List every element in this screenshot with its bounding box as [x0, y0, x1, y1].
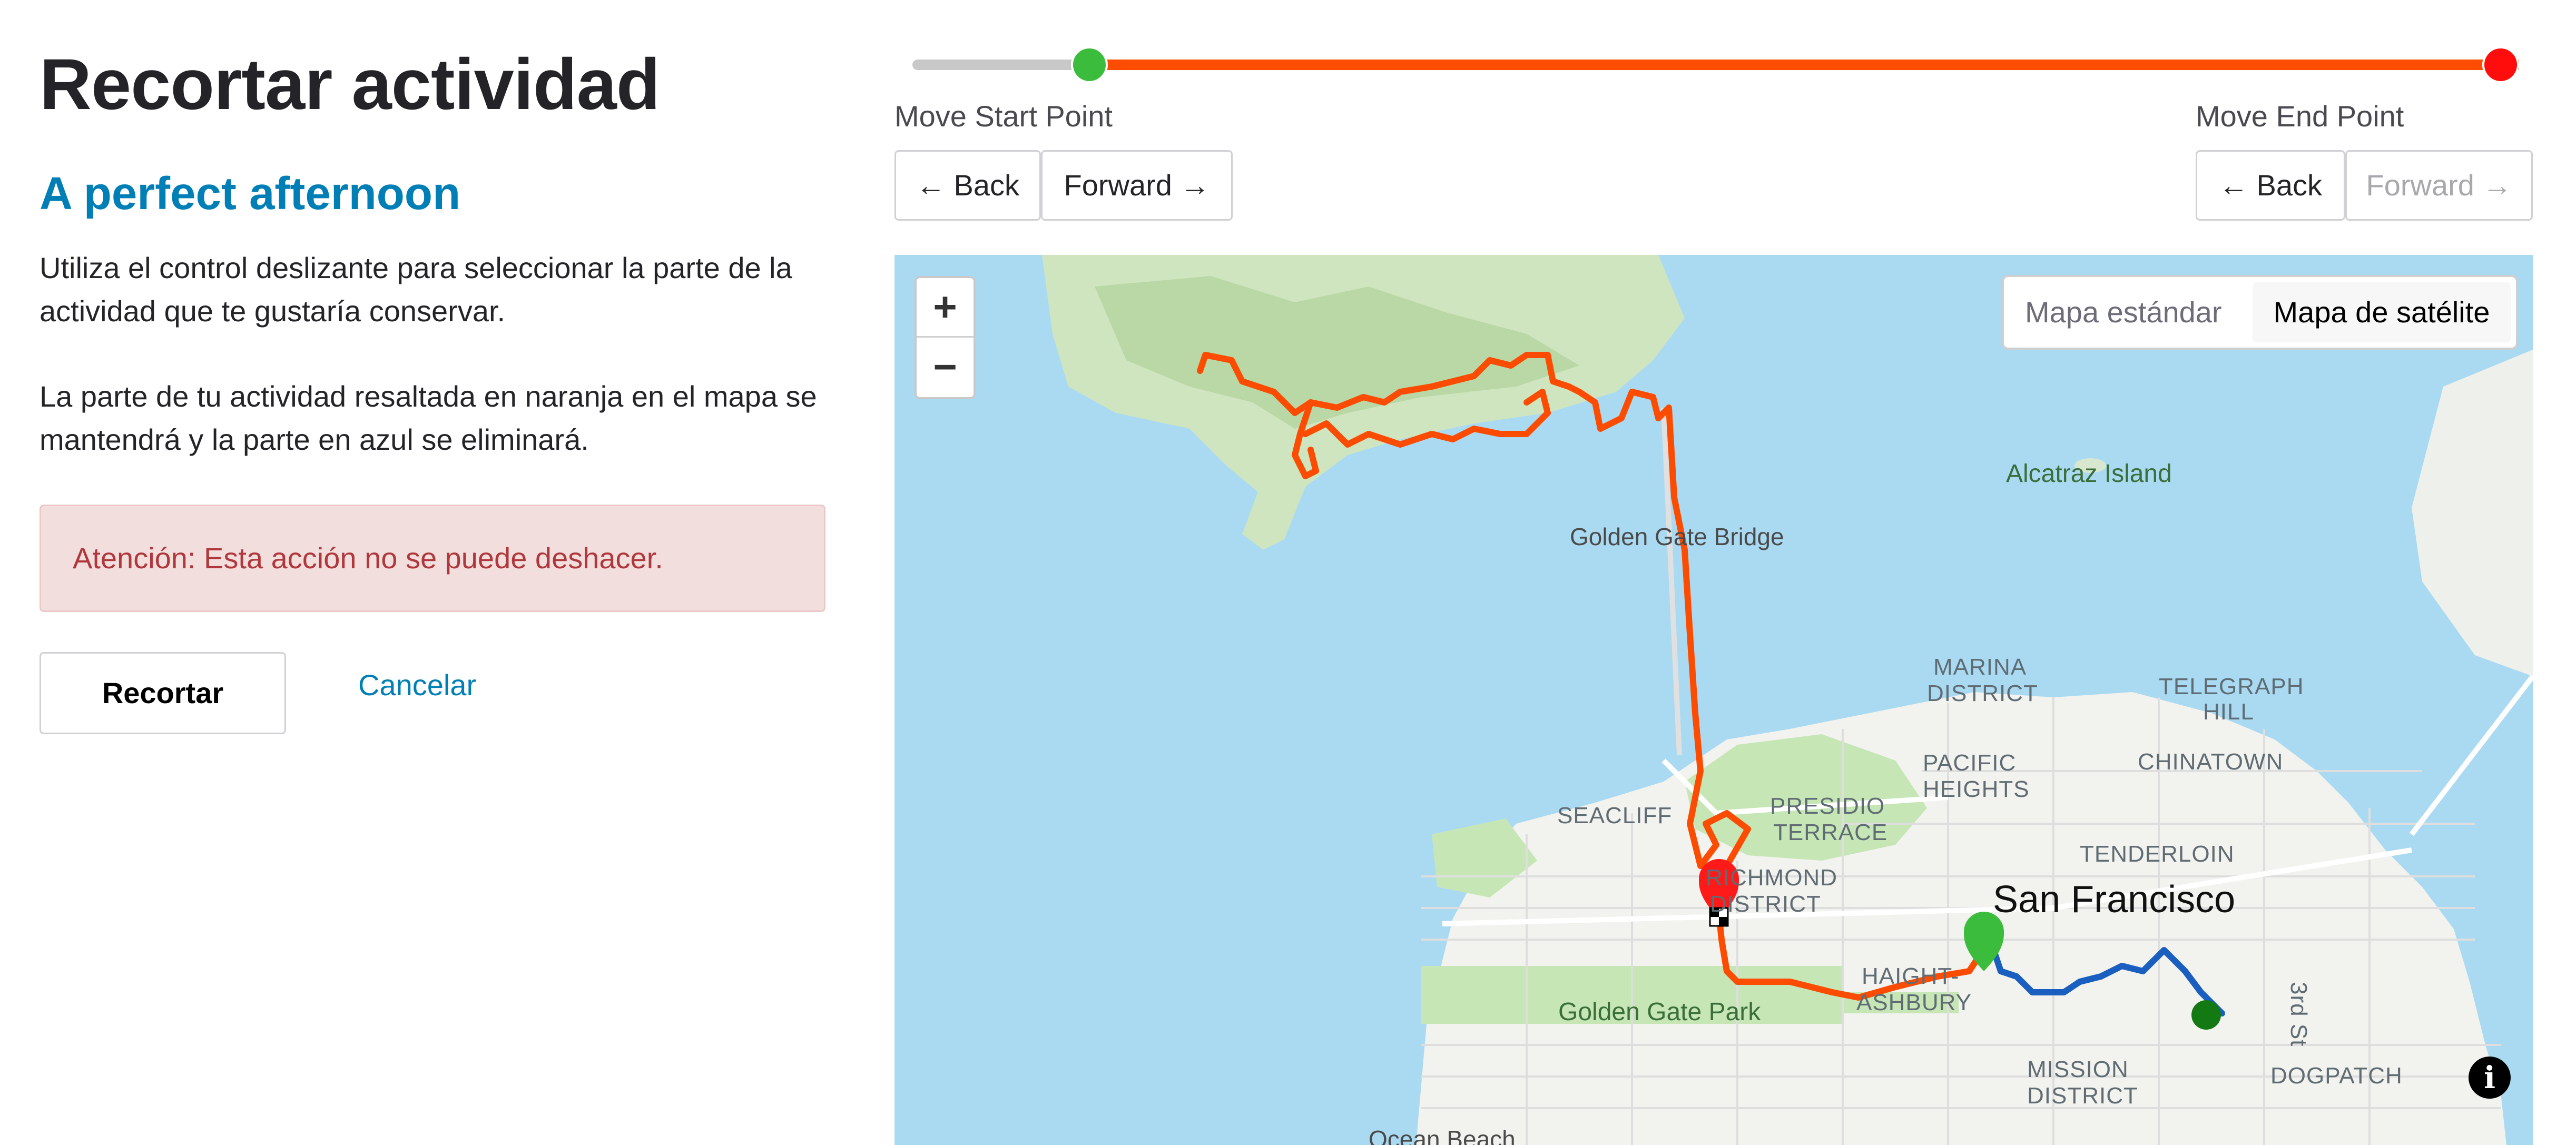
map-label-dogpatch: DOGPATCH [2270, 1063, 2403, 1089]
map-label-haight-2: ASHBURY [1856, 990, 1972, 1015]
page-title: Recortar actividad [40, 44, 660, 125]
map-label-richmond-2: DISTRICT [1710, 891, 1821, 917]
start-back-button[interactable]: ← Back [894, 150, 1041, 221]
map-label-chinatown: CHINATOWN [2138, 749, 2284, 775]
instructions-colors: La parte de tu actividad resaltada en na… [40, 380, 817, 456]
instructions-slider: Utiliza el control deslizante para selec… [40, 251, 792, 328]
map-label-pacific-1: PACIFIC [1923, 750, 2017, 776]
activity-name[interactable]: A perfect afternoon [40, 167, 460, 220]
slider-end-handle[interactable] [2482, 46, 2519, 83]
map-info-icon[interactable]: i [2469, 1057, 2511, 1099]
activity-end-dot-icon [2191, 1000, 2221, 1030]
map-label-ocean-beach: Ocean Beach [1369, 1126, 1516, 1145]
map-label-telegraph-1: TELEGRAPH [2159, 674, 2304, 699]
trim-slider-selected-range [1089, 60, 2519, 70]
warning-alert: Atención: Esta acción no se puede deshac… [40, 505, 825, 612]
end-forward-button[interactable]: Forward → [2345, 150, 2533, 221]
crop-button[interactable]: Recortar [40, 652, 286, 734]
standard-map-option[interactable]: Mapa estándar [2025, 277, 2222, 348]
map-label-alcatraz: Alcatraz Island [2006, 460, 2172, 488]
map-label-san-francisco: San Francisco [1993, 879, 2236, 921]
zoom-in-button[interactable]: + [917, 278, 974, 338]
start-forward-button[interactable]: Forward → [1041, 150, 1233, 221]
zoom-control: + − [915, 276, 976, 399]
map-label-golden-gate-bridge: Golden Gate Bridge [1570, 523, 1784, 550]
slider-start-handle[interactable] [1070, 46, 1108, 83]
map-type-toggle: Mapa estándar Mapa de satélite [2002, 275, 2518, 350]
map-label-golden-gate-park: Golden Gate Park [1558, 998, 1761, 1026]
map-label-pacific-2: HEIGHTS [1923, 776, 2030, 802]
map-label-marina-2: DISTRICT [1927, 680, 2038, 706]
map-label-mission-2: DISTRICT [2027, 1083, 2138, 1109]
move-end-label: Move End Point [2196, 100, 2404, 133]
map-label-tenderloin: TENDERLOIN [2080, 841, 2235, 867]
map-label-richmond-1: RICHMOND [1706, 865, 1837, 891]
move-start-label: Move Start Point [894, 100, 1113, 133]
map-label-telegraph-2: HILL [2203, 699, 2254, 725]
satellite-map-option[interactable]: Mapa de satélite [2253, 282, 2511, 342]
map-label-seacliff: SEACLIFF [1557, 803, 1673, 828]
map-label-mission-1: MISSION [2027, 1057, 2129, 1082]
map-label-third-st: 3rd St [2286, 982, 2312, 1047]
cancel-link[interactable]: Cancelar [358, 668, 476, 702]
map-label-haight-1: HAIGHT- [1862, 963, 1960, 989]
map-label-presidio-2: TERRACE [1773, 820, 1888, 845]
map-label-presidio-1: PRESIDIO [1770, 793, 1885, 819]
zoom-out-button[interactable]: − [917, 338, 974, 396]
end-back-button[interactable]: ← Back [2196, 150, 2345, 221]
east-shore-land [2412, 350, 2533, 676]
route-map[interactable]: + − Mapa estándar Mapa de satélite Alcat… [894, 255, 2533, 1145]
map-label-marina-1: MARINA [1933, 654, 2027, 680]
